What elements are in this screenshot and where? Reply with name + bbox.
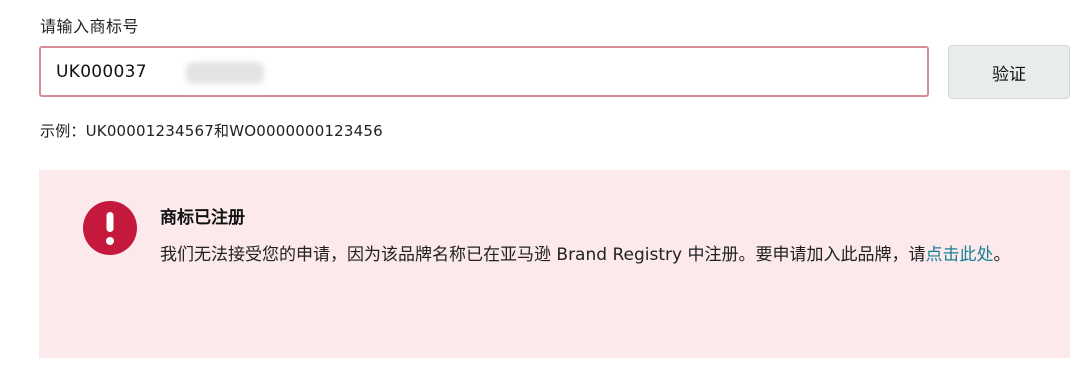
trademark-verification-page: 请输入商标号 UK000037 验证 示例：UK00001234567和WO00… [0, 0, 1080, 365]
redacted-input-area [186, 62, 264, 84]
alert-message-end: 。 [993, 245, 1011, 265]
error-alert: 商标已注册 我们无法接受您的申请，因为该品牌名称已在亚马逊 Brand Regi… [39, 170, 1070, 358]
alert-title: 商标已注册 [160, 208, 245, 228]
trademark-example-hint: 示例：UK00001234567和WO0000000123456 [40, 122, 383, 140]
alert-message: 我们无法接受您的申请，因为该品牌名称已在亚马逊 Brand Registry 中… [160, 241, 1050, 270]
error-exclamation-icon [83, 201, 137, 255]
alert-message-text: 我们无法接受您的申请，因为该品牌名称已在亚马逊 Brand Registry 中… [160, 245, 926, 265]
trademark-number-input[interactable]: UK000037 [39, 46, 929, 97]
verify-button[interactable]: 验证 [948, 45, 1070, 99]
trademark-number-value: UK000037 [56, 62, 147, 82]
click-here-link[interactable]: 点击此处 [925, 245, 993, 265]
trademark-number-label: 请输入商标号 [40, 17, 140, 36]
